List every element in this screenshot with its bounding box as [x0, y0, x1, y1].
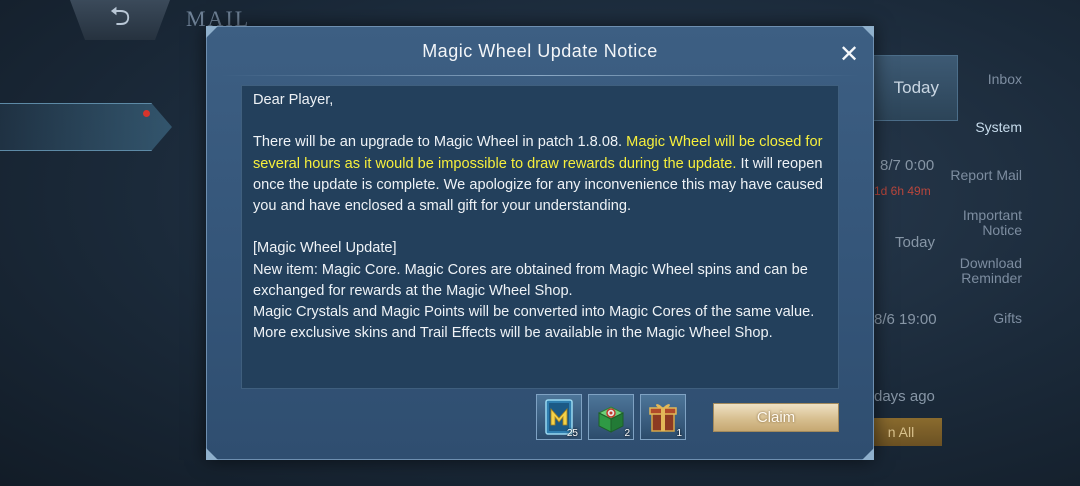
- update-line: New item: Magic Core. Magic Cores are ob…: [253, 261, 808, 299]
- reward-count: 1: [676, 428, 682, 439]
- sidebar-item-important-notice[interactable]: Important Notice: [963, 208, 1022, 238]
- close-button[interactable]: ✕: [834, 39, 864, 69]
- back-button[interactable]: ⮌: [70, 0, 170, 40]
- claim-button[interactable]: Claim: [713, 403, 839, 432]
- dialog-corner-ornament: [206, 448, 218, 460]
- notice-body[interactable]: Dear Player, There will be an upgrade to…: [241, 85, 839, 389]
- sidebar-item-gifts[interactable]: Gifts: [993, 311, 1022, 326]
- back-arrow-icon: ⮌: [109, 2, 131, 32]
- reward-item[interactable]: 2: [588, 394, 634, 440]
- reward-list: 25 2 1: [536, 394, 686, 440]
- sidebar-item-report-mail[interactable]: Report Mail: [950, 168, 1022, 183]
- sidebar-item-download-reminder[interactable]: Download Reminder: [960, 256, 1022, 286]
- close-icon: ✕: [838, 40, 860, 68]
- mail-item-date[interactable]: Today: [870, 55, 958, 121]
- greeting-text: Dear Player,: [253, 92, 334, 108]
- mail-item-date: 8/7 0:00: [880, 157, 935, 174]
- update-line: More exclusive skins and Trail Effects w…: [253, 325, 773, 342]
- sidebar-item-system[interactable]: System: [975, 120, 1022, 135]
- dialog-title: Magic Wheel Update Notice: [422, 41, 658, 61]
- mail-item-expiry: 1d 6h 49m: [874, 184, 931, 198]
- claim-all-label: n All: [887, 424, 915, 440]
- dialog-corner-ornament: [862, 448, 874, 460]
- notification-dot: [143, 110, 150, 117]
- mail-item-date: 8/6 19:00: [874, 311, 937, 328]
- reward-count: 2: [624, 428, 630, 439]
- claim-button-label: Claim: [756, 409, 796, 426]
- dialog-corner-ornament: [206, 26, 218, 38]
- dialog-corner-ornament: [862, 26, 874, 38]
- sidebar-item-inbox[interactable]: Inbox: [988, 72, 1022, 87]
- paragraph-text: There will be an upgrade to Magic Wheel …: [253, 134, 627, 151]
- update-line: Magic Crystals and Magic Points will be …: [253, 304, 815, 320]
- notice-paragraph: There will be an upgrade to Magic Wheel …: [253, 132, 828, 217]
- title-divider: [221, 75, 859, 76]
- reward-item[interactable]: 25: [536, 394, 582, 440]
- reward-count: 25: [566, 428, 578, 439]
- mail-item-date: Today: [895, 234, 936, 251]
- section-heading: [Magic Wheel Update]: [253, 240, 397, 257]
- notice-dialog: Magic Wheel Update Notice ✕ Dear Player,…: [206, 26, 874, 460]
- reward-item[interactable]: 1: [640, 394, 686, 440]
- mail-item-date: days ago: [874, 388, 935, 405]
